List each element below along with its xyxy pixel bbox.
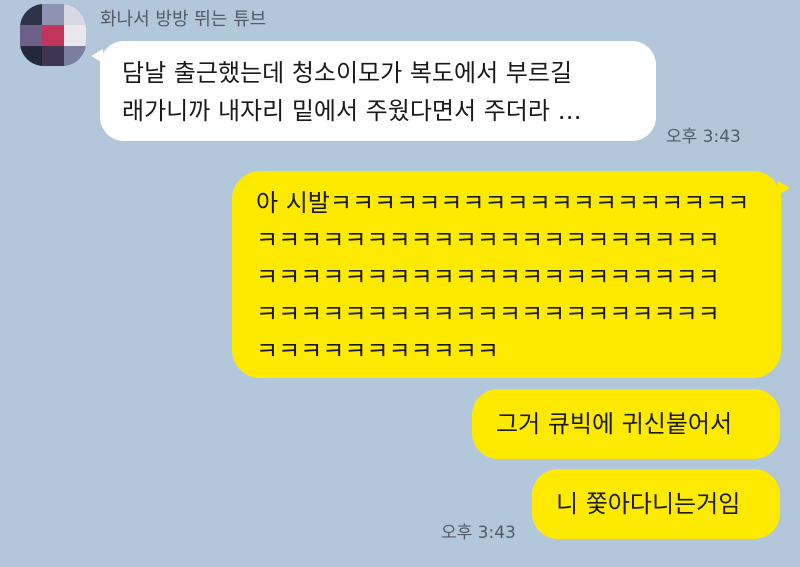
message-line: 래가니까 내자리 밑에서 주웠다면서 주더라 … <box>122 97 582 125</box>
outgoing-message-bubble[interactable]: 니 쫓아다니는거임 <box>532 469 780 539</box>
message-line: ㅋㅋㅋㅋㅋㅋㅋㅋㅋㅋㅋㅋㅋㅋㅋㅋㅋㅋㅋㅋㅋ <box>256 300 720 328</box>
incoming-message-bubble[interactable]: 담날 출근했는데 청소이모가 복도에서 부르길 래가니까 내자리 밑에서 주웠다… <box>91 41 656 141</box>
message-line: 아 시발ㅋㅋㅋㅋㅋㅋㅋㅋㅋㅋㅋㅋㅋㅋㅋㅋㅋㅋㅋ <box>256 189 750 217</box>
message-timestamp: 오후 3:43 <box>666 127 741 147</box>
outgoing-message-bubble[interactable]: 그거 큐빅에 귀신붙어서 <box>472 389 780 459</box>
message-text: 니 쫓아다니는거임 <box>556 490 741 518</box>
sender-avatar[interactable] <box>20 4 86 66</box>
message-line: ㅋㅋㅋㅋㅋㅋㅋㅋㅋㅋㅋㅋㅋㅋㅋㅋㅋㅋㅋㅋㅋ <box>256 263 720 291</box>
message-timestamp: 오후 3:43 <box>441 523 516 543</box>
message-line: ㅋㅋㅋㅋㅋㅋㅋㅋㅋㅋㅋㅋㅋㅋㅋㅋㅋㅋㅋㅋㅋ <box>256 226 720 254</box>
message-line: 담날 출근했는데 청소이모가 복도에서 부르길 <box>122 59 573 87</box>
sender-name: 화나서 방방 뛰는 튜브 <box>100 9 267 30</box>
outgoing-message-bubble[interactable]: 아 시발ㅋㅋㅋㅋㅋㅋㅋㅋㅋㅋㅋㅋㅋㅋㅋㅋㅋㅋㅋ ㅋㅋㅋㅋㅋㅋㅋㅋㅋㅋㅋㅋㅋㅋㅋㅋ… <box>232 171 790 378</box>
message-text: 그거 큐빅에 귀신붙어서 <box>496 410 733 438</box>
message-line: ㅋㅋㅋㅋㅋㅋㅋㅋㅋㅋㅋ <box>256 337 499 365</box>
